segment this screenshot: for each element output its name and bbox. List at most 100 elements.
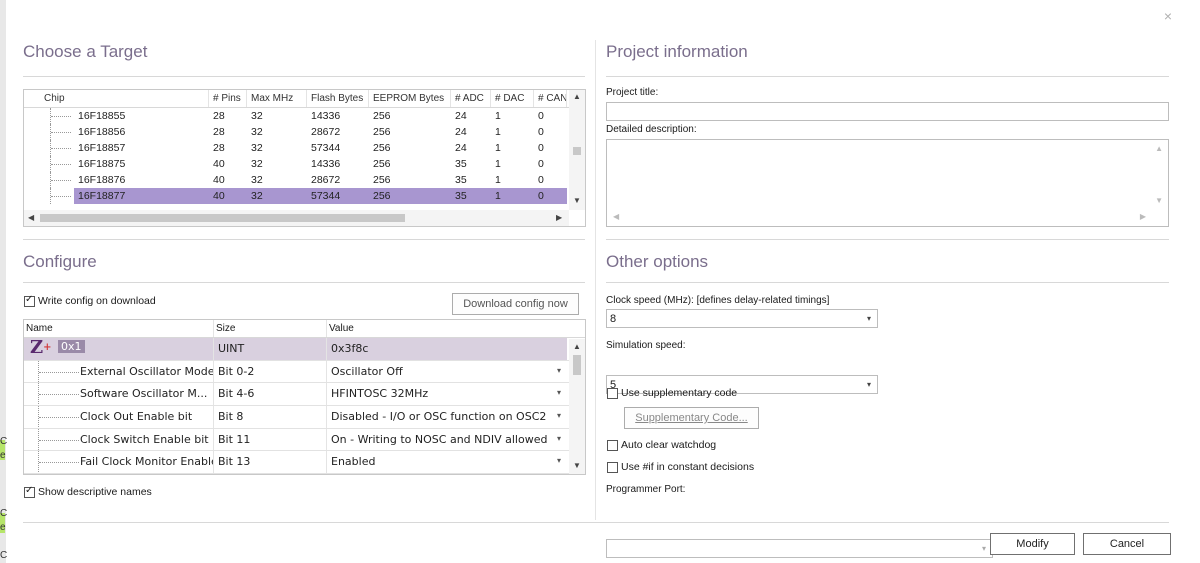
description-textarea[interactable]: ▲ ▼ ◀ ▶	[606, 139, 1169, 227]
write-config-checkbox[interactable]: Write config on download	[24, 294, 156, 307]
config-root-row[interactable]: Z+ 0x1 UINT 0x3f8c	[24, 338, 585, 361]
config-row[interactable]: Clock Out Enable bit Bit 8 Disabled - I/O …	[24, 406, 585, 429]
auto-clear-watchdog-checkbox[interactable]: Auto clear watchdog	[607, 439, 716, 451]
chevron-down-icon[interactable]: ▾	[557, 388, 561, 397]
programmer-port-combo[interactable]: ▾	[606, 539, 993, 558]
scroll-down-icon[interactable]: ▼	[573, 461, 581, 470]
chip-mhz: 32	[251, 142, 263, 154]
chip-table-hscrollbar[interactable]: ◀ ▶	[24, 210, 569, 226]
chip-row[interactable]: 16F18857 28 32 57344 256 24 1 0	[24, 140, 585, 156]
config-name: Clock Switch Enable bit	[80, 432, 209, 446]
chip-mhz: 32	[251, 110, 263, 122]
checkbox-box[interactable]	[607, 387, 618, 399]
config-value: Oscillator Off	[331, 364, 403, 378]
chip-row[interactable]: 16F18855 28 32 14336 256 24 1 0	[24, 108, 585, 124]
scroll-thumb[interactable]	[573, 147, 581, 155]
config-value-dropdown[interactable]: HFINTOSC 32MHz ▾	[327, 383, 567, 405]
supplementary-code-button[interactable]: Supplementary Code...	[624, 407, 759, 429]
chip-flash: 57344	[307, 188, 369, 204]
close-icon[interactable]: ×	[1164, 8, 1172, 24]
scroll-thumb[interactable]	[573, 355, 581, 375]
checkbox-box[interactable]	[24, 294, 35, 307]
scroll-right-icon[interactable]: ▶	[556, 213, 562, 222]
config-value: On - Writing to NOSC and NDIV allowed	[331, 432, 548, 446]
config-grid-vscrollbar[interactable]: ▲ ▼	[569, 339, 585, 474]
divider	[23, 76, 585, 77]
chip-rows: 16F18855 28 32 14336 256 24 1 0 16F18856 28 32 2867…	[24, 108, 585, 204]
chevron-down-icon[interactable]: ▾	[867, 314, 871, 323]
chip-row[interactable]: 16F18856 28 32 28672 256 24 1 0	[24, 124, 585, 140]
modify-button[interactable]: Modify	[990, 533, 1075, 555]
config-value: HFINTOSC 32MHz	[331, 387, 429, 401]
chip-eeprom: 256	[373, 174, 391, 186]
description-label: Detailed description:	[606, 124, 697, 135]
hscroll-thumb[interactable]	[40, 214, 405, 222]
chip-table[interactable]: Chip # Pins Max MHz Flash Bytes EEPROM B…	[23, 89, 586, 227]
config-value-dropdown[interactable]: Disabled - I/O or OSC function on OSC2 ▾	[327, 406, 567, 428]
chip-pins: 28	[213, 110, 225, 122]
left-edge-char: e	[0, 450, 6, 461]
col-flash[interactable]: Flash Bytes	[307, 90, 369, 107]
tree-connector	[38, 428, 79, 451]
scroll-right-icon[interactable]: ▶	[1140, 212, 1146, 221]
checkbox-box[interactable]	[24, 485, 35, 498]
chip-adc: 35	[455, 158, 467, 170]
col-eeprom[interactable]: EEPROM Bytes	[369, 90, 451, 107]
project-title-input[interactable]	[606, 102, 1169, 121]
chip-row[interactable]: 16F18875 40 32 14336 256 35 1 0	[24, 156, 585, 172]
config-row[interactable]: Fail Clock Monitor Enable Bit 13 Enabled ▾	[24, 451, 585, 475]
use-if-checkbox[interactable]: Use #if in constant decisions	[607, 461, 754, 473]
checkbox-box[interactable]	[607, 461, 618, 473]
scroll-left-icon[interactable]: ◀	[613, 212, 619, 221]
chip-pins: 40	[209, 188, 247, 204]
checkbox-box[interactable]	[607, 439, 618, 451]
chevron-down-icon[interactable]: ▾	[557, 411, 561, 420]
scroll-up-icon[interactable]: ▲	[1155, 144, 1163, 153]
col-size[interactable]: Size	[214, 320, 327, 337]
chip-table-vscrollbar[interactable]: ▲ ▼	[569, 90, 585, 210]
download-config-button[interactable]: Download config now	[452, 293, 579, 315]
scroll-left-icon[interactable]: ◀	[28, 213, 34, 222]
config-value-dropdown[interactable]: Enabled ▾	[327, 451, 567, 473]
chevron-down-icon[interactable]: ▾	[867, 380, 871, 389]
show-descriptive-checkbox[interactable]: Show descriptive names	[24, 485, 152, 498]
scroll-down-icon[interactable]: ▼	[1155, 196, 1163, 205]
chevron-down-icon[interactable]: ▾	[982, 544, 986, 553]
config-value: Disabled - I/O or OSC function on OSC2	[331, 410, 547, 424]
config-row[interactable]: External Oscillator Mode Bit 0-2 Oscillato…	[24, 360, 585, 384]
config-name: Clock Out Enable bit	[80, 410, 193, 424]
chevron-down-icon[interactable]: ▾	[557, 434, 561, 443]
chip-name: 16F18857	[78, 142, 126, 154]
config-row[interactable]: Software Oscillator M... Bit 4-6 HFINTOSC …	[24, 383, 585, 407]
col-dac[interactable]: # DAC	[491, 90, 534, 107]
config-row[interactable]: Clock Switch Enable bit Bit 11 On - Writin…	[24, 428, 585, 452]
supplementary-checkbox[interactable]: Use supplementary code	[607, 387, 737, 399]
chip-row[interactable]: 16F18877 40 32 57344 256 35 1 0	[24, 188, 585, 204]
chevron-down-icon[interactable]: ▾	[557, 366, 561, 375]
col-adc[interactable]: # ADC	[451, 90, 491, 107]
col-name[interactable]: Name	[24, 320, 214, 337]
col-pins[interactable]: # Pins	[209, 90, 247, 107]
scroll-up-icon[interactable]: ▲	[573, 92, 581, 101]
col-max-mhz[interactable]: Max MHz	[247, 90, 307, 107]
chevron-down-icon[interactable]: ▾	[557, 456, 561, 465]
chip-adc: 24	[455, 142, 467, 154]
chip-name: 16F18876	[78, 174, 126, 186]
chip-eeprom: 256	[373, 126, 391, 138]
chip-eeprom: 256	[373, 110, 391, 122]
config-root-name: 0x1	[58, 340, 85, 353]
col-chip[interactable]: Chip	[24, 90, 209, 107]
cancel-button[interactable]: Cancel	[1083, 533, 1171, 555]
config-grid[interactable]: Name Size Value Z+ 0x1 UINT 0x3f8c Exter…	[23, 319, 586, 475]
scroll-up-icon[interactable]: ▲	[573, 342, 581, 351]
col-value[interactable]: Value	[327, 320, 567, 337]
col-can[interactable]: # CAN	[534, 90, 567, 107]
config-value-dropdown[interactable]: On - Writing to NOSC and NDIV allowed ▾	[327, 429, 567, 451]
tree-connector	[50, 156, 72, 172]
clock-speed-combo[interactable]: 8 ▾	[606, 309, 878, 328]
config-value-dropdown[interactable]: Oscillator Off ▾	[327, 361, 567, 383]
supplementary-label: Use supplementary code	[621, 387, 738, 399]
config-root-size: UINT	[214, 338, 327, 360]
chip-row[interactable]: 16F18876 40 32 28672 256 35 1 0	[24, 172, 585, 188]
scroll-down-icon[interactable]: ▼	[573, 196, 581, 205]
